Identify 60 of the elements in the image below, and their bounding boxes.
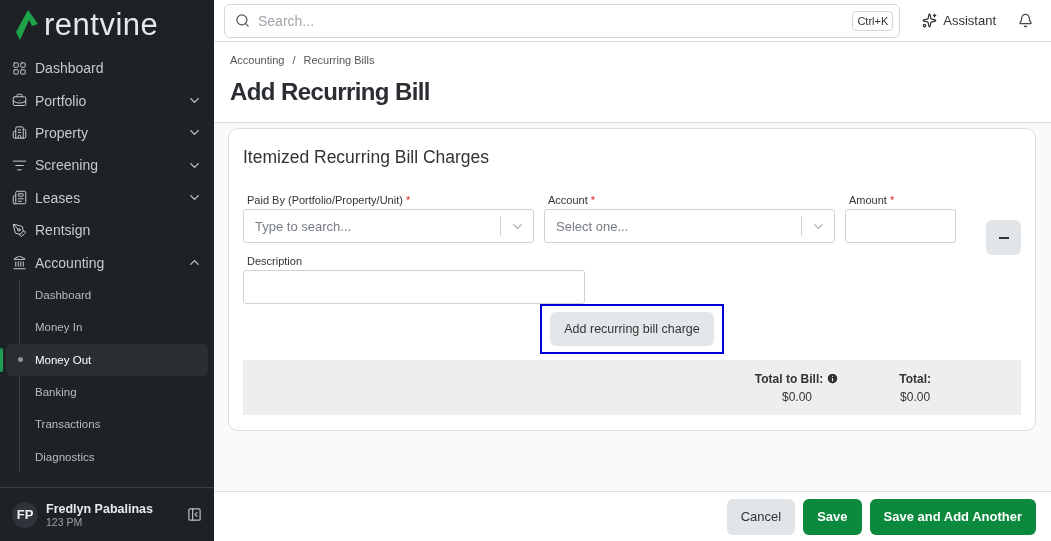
newspaper-icon xyxy=(12,190,27,206)
total-value: $0.00 xyxy=(782,389,812,404)
required-mark: * xyxy=(589,194,596,206)
primary-button[interactable]: Save xyxy=(803,498,862,535)
nav-item[interactable]: Dashboard xyxy=(6,52,208,85)
minus-icon xyxy=(998,236,1009,239)
total-value: $0.00 xyxy=(900,389,931,404)
user-subtitle: 123 PM xyxy=(46,515,83,528)
field-label: Paid By (Portfolio/Property/Unit) * xyxy=(246,194,412,206)
avatar: FP xyxy=(12,501,38,528)
nav-subitem[interactable]: Banking xyxy=(20,375,208,409)
search-icon xyxy=(235,13,250,28)
notifications-icon[interactable] xyxy=(1018,13,1033,28)
cancel-button[interactable]: Cancel xyxy=(726,498,796,535)
input-field[interactable] xyxy=(243,270,585,304)
list-icon xyxy=(12,157,27,173)
total-label: Total: xyxy=(899,371,931,386)
select-field[interactable]: Type to search... xyxy=(243,209,534,243)
grid-icon xyxy=(12,60,27,76)
pen-icon xyxy=(12,222,27,238)
nav-item[interactable]: Rentsign xyxy=(6,213,208,247)
nav-item[interactable]: Accounting xyxy=(6,246,208,279)
nav-subitem[interactable]: Transactions xyxy=(20,408,208,441)
nav-item[interactable]: Portfolio xyxy=(6,84,208,117)
breadcrumb-separator: / xyxy=(292,54,296,66)
nav-item[interactable]: Property xyxy=(6,116,208,150)
nav-item[interactable]: Screening xyxy=(6,149,208,182)
nav-subitem[interactable]: Dashboard xyxy=(20,278,208,312)
nav-subitem[interactable]: Diagnostics xyxy=(20,440,208,474)
required-mark: * xyxy=(889,194,895,206)
search-field[interactable]: Search... Ctrl+K xyxy=(224,3,901,38)
collapse-sidebar-icon[interactable] xyxy=(187,507,202,522)
nav-item[interactable]: Leases xyxy=(6,181,208,214)
card-title: Itemized Recurring Bill Charges xyxy=(243,147,491,168)
active-indicator xyxy=(0,347,3,372)
field-label: Amount * xyxy=(848,194,896,206)
info-icon xyxy=(826,372,840,385)
field-label: Account * xyxy=(547,194,597,206)
breadcrumb-link[interactable]: Recurring Bills xyxy=(303,54,375,66)
assistant-button[interactable]: Assistant xyxy=(916,12,1002,29)
primary-button[interactable]: Save and Add Another xyxy=(869,498,1036,535)
logo-text: rentvine xyxy=(44,7,159,43)
user-name: Fredlyn Pabalinas xyxy=(46,501,154,516)
total-label: Total to Bill: xyxy=(754,371,840,386)
briefcase-icon xyxy=(12,93,27,109)
required-mark: * xyxy=(404,194,411,206)
select-field[interactable]: Select one... xyxy=(544,209,835,243)
page-title: Add Recurring Bill xyxy=(230,78,431,106)
remove-button[interactable] xyxy=(986,220,1021,255)
logo-icon xyxy=(16,10,38,40)
breadcrumb-link[interactable]: Accounting xyxy=(230,54,285,66)
input-field[interactable] xyxy=(845,209,956,243)
search-input[interactable]: Search... xyxy=(256,11,847,30)
building-icon xyxy=(12,125,27,141)
bank-icon xyxy=(12,255,27,271)
sparkles-icon xyxy=(922,13,938,28)
field-label: Description xyxy=(246,255,304,267)
shortcut-key: Ctrl+K xyxy=(852,10,894,31)
nav-subitem[interactable]: Money In xyxy=(20,311,208,344)
add-charge-button[interactable]: Add recurring bill charge xyxy=(550,312,714,346)
